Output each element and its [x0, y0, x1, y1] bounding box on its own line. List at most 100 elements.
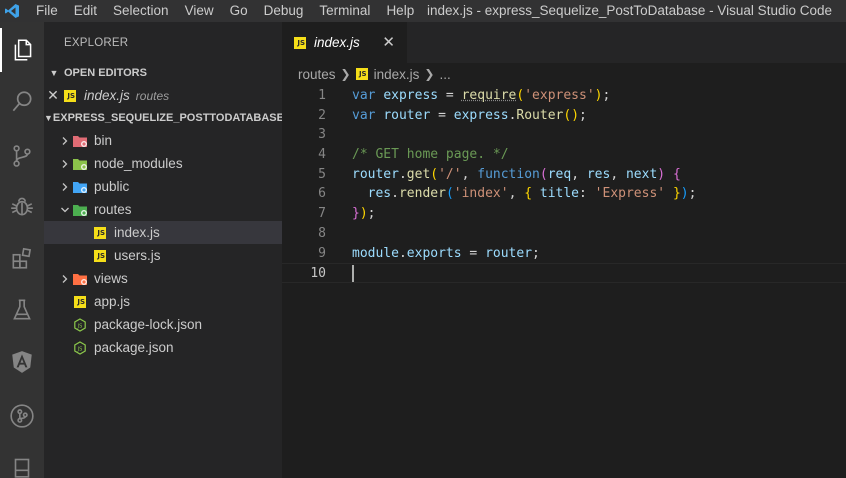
- svg-text:JS: JS: [77, 323, 83, 329]
- code-line[interactable]: 7});: [282, 204, 846, 224]
- code-text: var router = express.Router();: [352, 106, 587, 126]
- code-token: module: [352, 245, 399, 261]
- tab-index-js[interactable]: JS index.js ✕: [282, 22, 407, 63]
- window-title: index.js - express_Sequelize_PostToDatab…: [427, 3, 832, 18]
- code-token: exports: [406, 245, 462, 261]
- code-token: ): [571, 107, 580, 123]
- code-token: 'Express': [594, 186, 666, 202]
- code-line[interactable]: 5 router.get('/', function(req, res, next…: [282, 165, 846, 185]
- code-line[interactable]: 6 res.render('index', { title: 'Express'…: [282, 184, 846, 204]
- open-editors-header[interactable]: ▼ OPEN EDITORS: [44, 62, 282, 84]
- tree-item-label: index.js: [114, 225, 160, 240]
- code-token: router: [352, 166, 399, 182]
- tree-folder-node-modules[interactable]: node_modules: [44, 152, 282, 175]
- folder-views-icon: [72, 271, 88, 287]
- code-token: ): [680, 186, 689, 202]
- folder-bin-icon: [72, 133, 88, 149]
- explorer-icon[interactable]: [0, 28, 44, 72]
- menu-edit[interactable]: Edit: [66, 0, 105, 22]
- code-token: .: [391, 186, 399, 202]
- extensions-icon[interactable]: [0, 236, 44, 280]
- angular-icon[interactable]: [0, 340, 44, 384]
- line-number: 10: [310, 266, 326, 282]
- code-token: ): [359, 206, 368, 222]
- code-token: .: [398, 166, 407, 182]
- search-icon[interactable]: [0, 80, 44, 124]
- vscode-logo-icon[interactable]: [0, 0, 24, 22]
- code-token: express: [453, 107, 509, 123]
- breadcrumb-folder[interactable]: routes: [298, 67, 336, 82]
- close-icon[interactable]: ✕: [44, 87, 62, 104]
- line-number: 2: [318, 107, 326, 123]
- menu-terminal[interactable]: Terminal: [311, 0, 378, 22]
- tree-file-index-js[interactable]: JS index.js: [44, 221, 282, 244]
- code-text: router.get('/', function(req, res, next)…: [352, 165, 681, 185]
- line-number: 5: [318, 166, 326, 182]
- menu-file[interactable]: File: [28, 0, 66, 22]
- chevron-down-icon: ▼: [44, 113, 53, 123]
- line-number: 9: [318, 245, 326, 261]
- tree-item-label: routes: [94, 202, 132, 217]
- nodejs-icon: JS: [72, 340, 88, 356]
- menu-go[interactable]: Go: [222, 0, 256, 22]
- breadcrumb-file[interactable]: index.js: [374, 67, 420, 82]
- tab-label: index.js: [314, 35, 360, 50]
- code-line[interactable]: 4 /* GET home page. */: [282, 145, 846, 165]
- code-line[interactable]: 3: [282, 125, 846, 145]
- tree-file-users-js[interactable]: JS users.js: [44, 244, 282, 267]
- code-line[interactable]: 1 var express = require('express');: [282, 86, 846, 106]
- source-control-icon[interactable]: [0, 134, 44, 178]
- explorer-sidebar: EXPLORER ▼ OPEN EDITORS ✕ JS index.js ro…: [44, 22, 282, 478]
- project-header[interactable]: ▼ EXPRESS_SEQUELIZE_POSTTODATABASE: [44, 107, 282, 129]
- folder-public-icon: [72, 179, 88, 195]
- panel-icon[interactable]: [0, 444, 44, 478]
- open-editor-item[interactable]: ✕ JS index.js routes: [44, 84, 282, 107]
- menu-selection[interactable]: Selection: [105, 0, 177, 22]
- activity-bar: [0, 22, 44, 478]
- code-line[interactable]: 2 var router = express.Router();: [282, 106, 846, 126]
- chevron-down-icon: ▼: [49, 68, 59, 78]
- tree-item-label: package.json: [94, 340, 174, 355]
- chevron-right-icon: [58, 159, 72, 169]
- chevron-right-icon: [58, 136, 72, 146]
- folder-routes-icon: [72, 202, 88, 218]
- tree-file-package-json[interactable]: JS package.json: [44, 336, 282, 359]
- code-token: (: [539, 166, 548, 182]
- git-graph-icon[interactable]: [0, 394, 44, 438]
- project-label: EXPRESS_SEQUELIZE_POSTTODATABASE: [52, 112, 282, 124]
- code-editor[interactable]: 1 var express = require('express'); 2 var r…: [282, 85, 846, 283]
- tree-file-app-js[interactable]: JS app.js: [44, 290, 282, 313]
- tab-bar: JS index.js ✕: [282, 22, 846, 63]
- tree-file-package-lock-json[interactable]: JS package-lock.json: [44, 313, 282, 336]
- text-cursor: [352, 265, 354, 283]
- code-token: res: [586, 166, 611, 182]
- code-token: title: [539, 186, 580, 202]
- code-token: '/': [438, 166, 462, 182]
- breadcrumb-more[interactable]: ...: [439, 67, 450, 82]
- tree-folder-bin[interactable]: bin: [44, 129, 282, 152]
- code-text: module.exports = router;: [352, 244, 540, 264]
- code-token: function: [477, 166, 540, 182]
- menu-view[interactable]: View: [177, 0, 222, 22]
- test-flask-icon[interactable]: [0, 288, 44, 332]
- code-line[interactable]: 10: [282, 263, 846, 283]
- code-token: router: [485, 245, 533, 261]
- tree-folder-routes[interactable]: routes: [44, 198, 282, 221]
- editor-area: JS index.js ✕ routes ❯ JS index.js ❯ ...…: [282, 22, 846, 478]
- menu-debug[interactable]: Debug: [256, 0, 312, 22]
- code-line[interactable]: 9 module.exports = router;: [282, 244, 846, 264]
- menu-help[interactable]: Help: [378, 0, 422, 22]
- tree-folder-public[interactable]: public: [44, 175, 282, 198]
- code-token: .: [398, 245, 407, 261]
- tree-folder-views[interactable]: views: [44, 267, 282, 290]
- tree-item-label: users.js: [114, 248, 161, 263]
- line-number: 6: [318, 186, 326, 202]
- debug-icon[interactable]: [0, 184, 44, 228]
- code-token: next: [625, 166, 658, 182]
- close-icon[interactable]: ✕: [382, 33, 395, 51]
- code-token: var: [352, 88, 376, 103]
- code-line[interactable]: 8: [282, 224, 846, 244]
- code-token: =: [430, 107, 454, 123]
- code-token: ,: [508, 186, 525, 202]
- code-text: });: [352, 204, 375, 224]
